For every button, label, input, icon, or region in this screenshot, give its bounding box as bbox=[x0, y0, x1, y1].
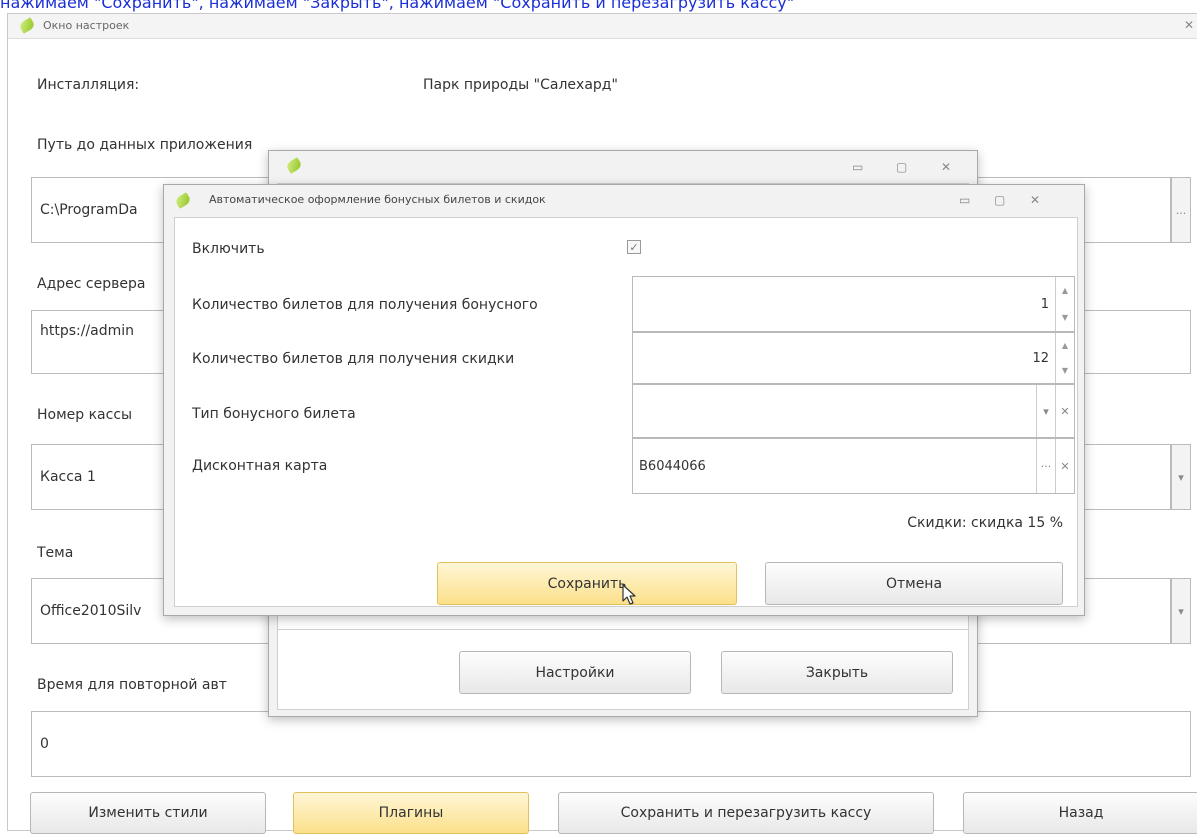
cancel-button[interactable]: Отмена bbox=[765, 562, 1063, 605]
time-input[interactable]: 0 bbox=[31, 711, 1191, 777]
card-value: B6044066 bbox=[639, 458, 706, 474]
enable-label: Включить bbox=[192, 241, 265, 257]
card-input[interactable]: B6044066 ··· ✕ bbox=[632, 438, 1075, 494]
plugins-button[interactable]: Плагины bbox=[293, 792, 529, 834]
settings-button[interactable]: Настройки bbox=[459, 651, 691, 694]
close-icon[interactable]: ✕ bbox=[1184, 18, 1194, 32]
time-value: 0 bbox=[40, 736, 49, 752]
spin-up-icon[interactable]: ▲ bbox=[1056, 277, 1074, 304]
bonus-qty-value: 1 bbox=[1040, 296, 1049, 312]
discount-info: Скидки: скидка 15 % bbox=[907, 515, 1063, 531]
install-value: Парк природы "Салехард" bbox=[423, 77, 618, 93]
save-button[interactable]: Сохранить bbox=[437, 562, 737, 605]
back-button[interactable]: Назад bbox=[963, 792, 1197, 834]
chevron-down-icon[interactable]: ▾ bbox=[1036, 385, 1055, 437]
chevron-down-icon[interactable]: ▾ bbox=[1171, 578, 1191, 644]
browse-icon[interactable]: ··· bbox=[1036, 439, 1055, 493]
bonus-qty-stepper[interactable]: 1 ▲ ▼ bbox=[632, 276, 1075, 332]
settings-title: Окно настроек bbox=[43, 19, 130, 32]
leaf-icon bbox=[285, 157, 303, 174]
mouse-cursor-icon bbox=[622, 584, 636, 605]
discount-qty-value: 12 bbox=[1032, 350, 1049, 366]
server-value: https://admin bbox=[40, 323, 135, 339]
check-icon: ✓ bbox=[629, 240, 639, 254]
spin-down-icon[interactable]: ▼ bbox=[1056, 358, 1074, 383]
bonus-titlebar: Автоматическое оформление бонусных билет… bbox=[164, 185, 1084, 217]
server-label: Адрес сервера bbox=[37, 276, 146, 292]
leaf-icon bbox=[18, 17, 36, 34]
settings-titlebar: Окно настроек ✕ bbox=[8, 14, 1197, 39]
plugins-divider bbox=[278, 629, 968, 630]
cash-value: Касса 1 bbox=[40, 469, 96, 485]
minimize-icon[interactable]: ▭ bbox=[852, 160, 863, 174]
minimize-icon[interactable]: ▭ bbox=[959, 193, 970, 207]
close-button[interactable]: Закрыть bbox=[721, 651, 953, 694]
plugins-titlebar: ▭ ▢ ✕ bbox=[269, 151, 977, 183]
chevron-down-icon[interactable]: ▾ bbox=[1171, 444, 1191, 510]
bonus-panel: Включить ✓ Количество билетов для получе… bbox=[174, 217, 1078, 607]
path-label: Путь до данных приложения bbox=[37, 137, 253, 153]
card-label: Дисконтная карта bbox=[192, 458, 328, 474]
time-label: Время для повторной авт bbox=[37, 677, 227, 693]
instruction-text: нажимаем "Сохранить", нажимаем "Закрыть"… bbox=[0, 0, 795, 12]
close-icon[interactable]: ✕ bbox=[941, 160, 951, 174]
spin-up-icon[interactable]: ▲ bbox=[1056, 333, 1074, 358]
maximize-icon[interactable]: ▢ bbox=[896, 160, 907, 174]
discount-qty-stepper[interactable]: 12 ▲ ▼ bbox=[632, 332, 1075, 384]
path-value: C:\ProgramDa bbox=[40, 202, 138, 218]
close-icon[interactable]: ✕ bbox=[1030, 193, 1040, 207]
path-browse-button[interactable]: ... bbox=[1171, 177, 1191, 243]
save-restart-button[interactable]: Сохранить и перезагрузить кассу bbox=[558, 792, 934, 834]
theme-value: Office2010Silv bbox=[40, 603, 142, 619]
bonus-type-select[interactable]: ▾ ✕ bbox=[632, 384, 1075, 438]
clear-icon[interactable]: ✕ bbox=[1055, 385, 1074, 437]
spin-down-icon[interactable]: ▼ bbox=[1056, 304, 1074, 331]
bonus-dialog: Автоматическое оформление бонусных билет… bbox=[163, 184, 1085, 616]
theme-label: Тема bbox=[37, 545, 74, 561]
bonus-type-label: Тип бонусного билета bbox=[192, 406, 356, 422]
leaf-icon bbox=[174, 192, 192, 209]
enable-checkbox[interactable]: ✓ bbox=[627, 240, 641, 254]
cash-label: Номер кассы bbox=[37, 407, 133, 423]
discount-qty-label: Количество билетов для получения скидки bbox=[192, 351, 515, 367]
change-styles-button[interactable]: Изменить стили bbox=[30, 792, 266, 834]
maximize-icon[interactable]: ▢ bbox=[994, 193, 1005, 207]
install-label: Инсталляция: bbox=[37, 77, 140, 93]
clear-icon[interactable]: ✕ bbox=[1055, 439, 1074, 493]
bonus-title: Автоматическое оформление бонусных билет… bbox=[209, 193, 546, 206]
bonus-qty-label: Количество билетов для получения бонусно… bbox=[192, 297, 538, 313]
